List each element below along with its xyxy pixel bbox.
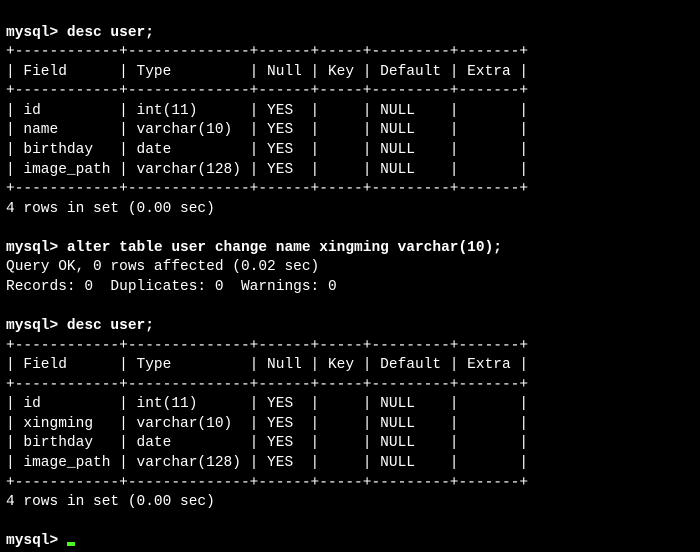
border-top-2: +------------+--------------+------+----…: [6, 338, 528, 354]
border-bot-1: +------------+--------------+------+----…: [6, 181, 528, 197]
cursor: [67, 542, 75, 546]
prompt-3: mysql> desc user;: [6, 318, 154, 334]
records-line: Records: 0 Duplicates: 0 Warnings: 0: [6, 279, 337, 295]
header-1: | Field | Type | Null | Key | Default | …: [6, 64, 528, 80]
border-top-1: +------------+--------------+------+----…: [6, 44, 528, 60]
query-ok: Query OK, 0 rows affected (0.02 sec): [6, 259, 319, 275]
row-1-1: | name | varchar(10) | YES | | NULL | |: [6, 122, 528, 138]
border-bot-2: +------------+--------------+------+----…: [6, 475, 528, 491]
input-line[interactable]: mysql>: [6, 533, 75, 549]
result-1: 4 rows in set (0.00 sec): [6, 201, 215, 217]
row-2-3: | image_path | varchar(128) | YES | | NU…: [6, 455, 528, 471]
prompt-2: mysql> alter table user change name xing…: [6, 240, 502, 256]
header-2: | Field | Type | Null | Key | Default | …: [6, 357, 528, 373]
border-mid-1a: +------------+--------------+------+----…: [6, 83, 528, 99]
row-2-2: | birthday | date | YES | | NULL | |: [6, 435, 528, 451]
row-2-0: | id | int(11) | YES | | NULL | |: [6, 396, 528, 412]
result-2: 4 rows in set (0.00 sec): [6, 494, 215, 510]
border-mid-2a: +------------+--------------+------+----…: [6, 377, 528, 393]
prompt-4: mysql>: [6, 533, 67, 549]
row-2-1: | xingming | varchar(10) | YES | | NULL …: [6, 416, 528, 432]
row-1-3: | image_path | varchar(128) | YES | | NU…: [6, 162, 528, 178]
prompt-1: mysql> desc user;: [6, 25, 154, 41]
row-1-0: | id | int(11) | YES | | NULL | |: [6, 103, 528, 119]
row-1-2: | birthday | date | YES | | NULL | |: [6, 142, 528, 158]
terminal-output: mysql> desc user; +------------+--------…: [6, 25, 528, 511]
